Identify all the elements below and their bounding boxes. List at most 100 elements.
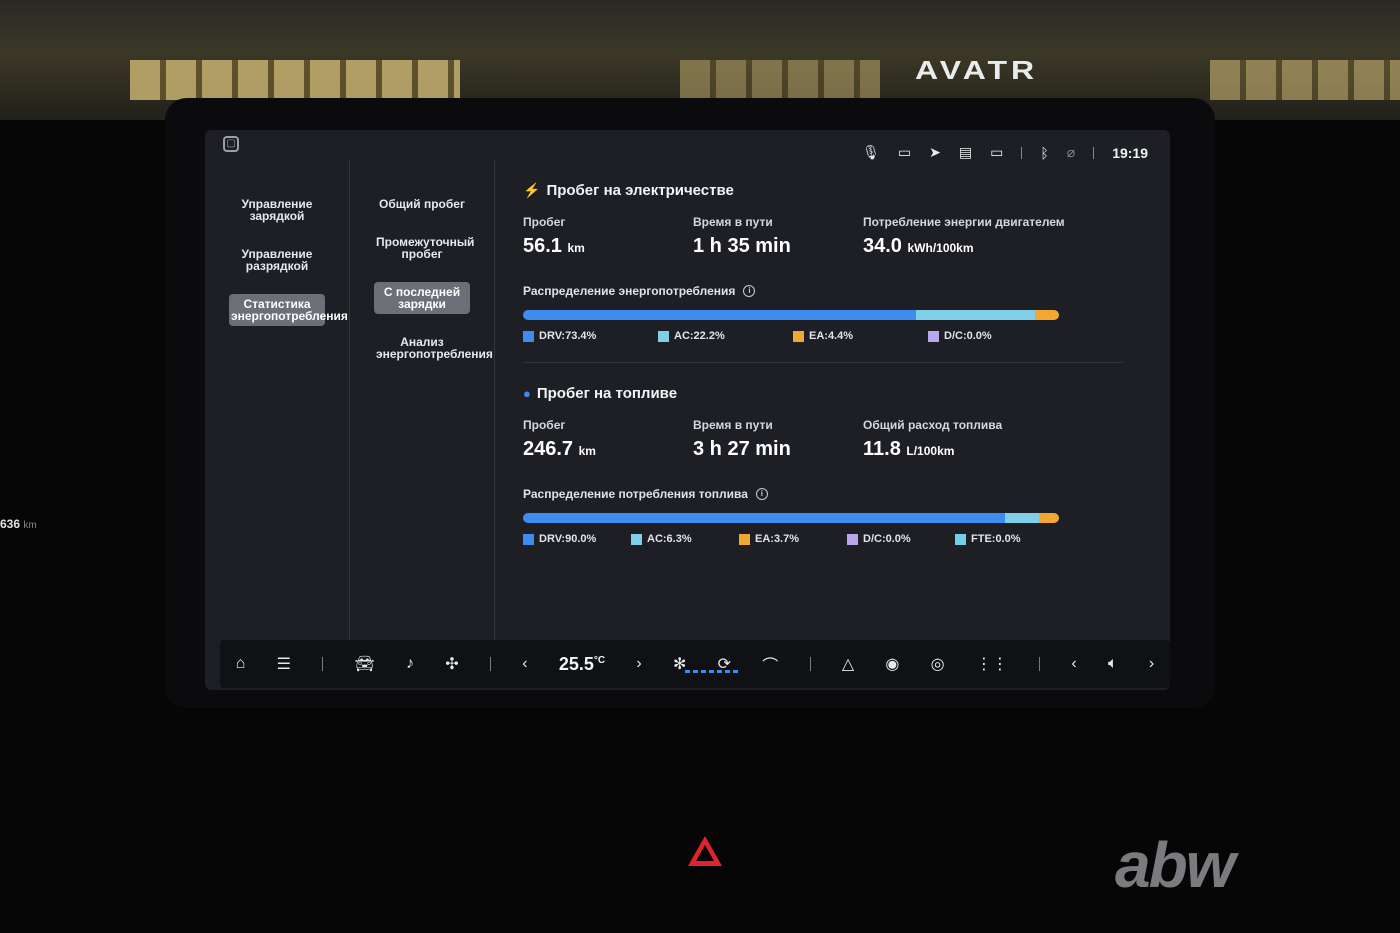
legend-swatch <box>847 533 858 545</box>
electric-stats: Пробег 56.1 km Время в пути 1 h 35 min П… <box>523 215 1133 258</box>
bar-segment-ac <box>916 310 1036 320</box>
electric-mileage: Пробег 56.1 km <box>523 215 585 257</box>
electric-distribution-label: Распределение энергопотребления i <box>523 284 1133 298</box>
message-icon[interactable]: ▤ <box>959 144 972 161</box>
mic-icon[interactable]: 🎙︎ <box>862 144 880 161</box>
fuel-consumption: Общий расход топлива 11.8 L/100km <box>863 418 1003 460</box>
home-icon[interactable]: ⌂ <box>236 655 246 673</box>
volume-down-icon[interactable]: ‹ <box>1071 655 1076 673</box>
building-windows <box>130 60 460 100</box>
camera-360-icon[interactable]: ◎ <box>931 654 945 674</box>
legend-item: AC:6.3% <box>631 533 739 545</box>
electric-travel-time: Время в пути 1 h 35 min <box>693 215 791 257</box>
bluetooth-icon[interactable]: ᛒ <box>1040 145 1048 161</box>
location-icon[interactable]: ➤ <box>929 144 941 161</box>
avatr-sign: AVATR <box>915 55 1039 85</box>
nav-trip-mileage[interactable]: Промежуточный пробег <box>374 232 474 264</box>
fuel-section-title: ● Пробег на топливе <box>523 385 678 402</box>
scene: AVATR 636 km ▢ 🎙︎ ▭ ➤ ▤ ▭ ᛒ ⌀ 19:19 Упра… <box>0 0 1400 933</box>
fuel-travel-time: Время в пути 3 h 27 min <box>693 418 791 460</box>
bar-segment-ea <box>1035 310 1059 320</box>
legend-label: AC:6.3% <box>647 533 692 545</box>
lightning-icon: ⚡ <box>523 182 541 198</box>
bar-segment-drv <box>523 513 1006 523</box>
legend-item: DRV:73.4% <box>523 330 658 342</box>
nav-energy-statistics[interactable]: Статистика энергопотребления <box>229 294 348 326</box>
music-icon[interactable]: ♪ <box>406 655 414 673</box>
legend-item: EA:3.7% <box>739 533 847 545</box>
nav-charging-management[interactable]: Управление зарядкой <box>229 194 325 226</box>
legend-swatch <box>793 330 804 342</box>
electric-consumption: Потребление энергии двигателем 34.0 kWh/… <box>863 215 1065 257</box>
legend-swatch <box>739 533 750 545</box>
legend-item: DRV:90.0% <box>523 533 631 545</box>
legend-swatch <box>955 533 966 545</box>
fuel-mileage: Пробег 246.7 km <box>523 418 596 460</box>
volume-icon[interactable]: 🔈︎ <box>1108 655 1118 673</box>
apps-toggle-icon[interactable]: ☰ <box>277 654 291 674</box>
legend-label: EA:3.7% <box>755 533 800 545</box>
signal-off-icon: ⌀ <box>1066 144 1076 160</box>
legend-item: FTE:0.0% <box>955 533 1063 545</box>
legend-swatch <box>631 533 642 545</box>
steering-wheel-icon[interactable]: ◉ <box>885 654 899 674</box>
nav-since-last-charge[interactable]: С последней зарядки <box>374 282 470 314</box>
app-grid-icon[interactable]: ⋮⋮ <box>976 654 1008 674</box>
fuel-distribution-bar <box>523 513 1059 523</box>
secondary-nav: Общий пробег Промежуточный пробег С посл… <box>350 160 495 640</box>
legend-item: EA:4.4% <box>793 330 928 342</box>
defrost-icon[interactable]: ⌒ <box>762 652 778 676</box>
battery-icon: ▭ <box>990 144 1004 160</box>
divider <box>1021 146 1023 159</box>
fuel-stats: Пробег 246.7 km Время в пути 3 h 27 min … <box>523 418 1133 461</box>
hazard-button-icon[interactable] <box>688 836 722 866</box>
camera-icon[interactable]: ▭ <box>898 144 911 161</box>
bar-segment-ac <box>1005 513 1040 523</box>
legend-label: D/C:0.0% <box>944 330 992 342</box>
legend-label: EA:4.4% <box>809 330 854 342</box>
divider <box>322 657 324 671</box>
info-icon[interactable]: i <box>755 488 768 500</box>
legend-label: DRV:90.0% <box>539 533 597 545</box>
status-icons: 🎙︎ ▭ ➤ ▤ ▭ ᛒ ⌀ 19:19 <box>862 144 1148 161</box>
electric-section-title: ⚡ Пробег на электричестве <box>523 182 734 199</box>
legend-label: D/C:0.0% <box>863 533 911 545</box>
legend-swatch <box>523 330 534 342</box>
legend-swatch <box>523 533 534 545</box>
infotainment-screen: ▢ 🎙︎ ▭ ➤ ▤ ▭ ᛒ ⌀ 19:19 Управление зарядк… <box>205 130 1170 690</box>
nav-energy-analysis[interactable]: Анализ энергопотребления <box>374 332 493 364</box>
bottom-dock: ⌂ ☰ 🚘︎ ♪ ✣ ‹ 25.5°C › ✻ ⟳ ⌒ △ ◉ ◎ ⋮⋮ ‹ 🔈… <box>220 640 1170 688</box>
primary-nav: Управление зарядкой Управление разрядкой… <box>205 160 350 640</box>
temp-decrease-icon[interactable]: ‹ <box>522 655 527 673</box>
divider <box>1039 657 1041 671</box>
fuel-drop-icon: ● <box>523 386 531 401</box>
divider <box>489 657 491 671</box>
statistics-content: ⚡ Пробег на электричестве Пробег 56.1 km… <box>523 182 1133 545</box>
clock: 19:19 <box>1112 144 1148 161</box>
watermark-logo: abw <box>1115 829 1235 901</box>
nav-discharge-management[interactable]: Управление разрядкой <box>229 244 325 276</box>
info-icon[interactable]: i <box>743 285 756 297</box>
legend-item: D/C:0.0% <box>928 330 1063 342</box>
divider <box>809 657 811 671</box>
legend-swatch <box>658 330 669 342</box>
warning-icon[interactable]: △ <box>842 654 854 674</box>
bar-segment-drv <box>523 310 917 320</box>
legend-label: AC:22.2% <box>674 330 725 342</box>
legend-label: DRV:73.4% <box>539 330 597 342</box>
fuel-distribution-label: Распределение потребления топлива i <box>523 487 1133 501</box>
divider <box>1093 146 1095 159</box>
fan-icon[interactable]: ✣ <box>445 654 458 674</box>
legend-label: FTE:0.0% <box>971 533 1021 545</box>
electric-distribution-bar <box>523 310 1059 320</box>
temp-increase-icon[interactable]: › <box>636 655 641 673</box>
temperature-readout[interactable]: 25.5°C <box>559 654 605 675</box>
volume-up-icon[interactable]: › <box>1149 655 1154 673</box>
legend-swatch <box>928 330 939 342</box>
fan-level-indicator <box>685 670 741 673</box>
section-divider <box>523 362 1123 363</box>
app-switcher-icon[interactable]: ▢ <box>223 136 239 152</box>
electric-legend: DRV:73.4% AC:22.2% EA:4.4% D/C:0.0% <box>523 330 1133 342</box>
nav-total-mileage[interactable]: Общий пробег <box>374 194 470 214</box>
car-icon[interactable]: 🚘︎ <box>354 654 374 674</box>
